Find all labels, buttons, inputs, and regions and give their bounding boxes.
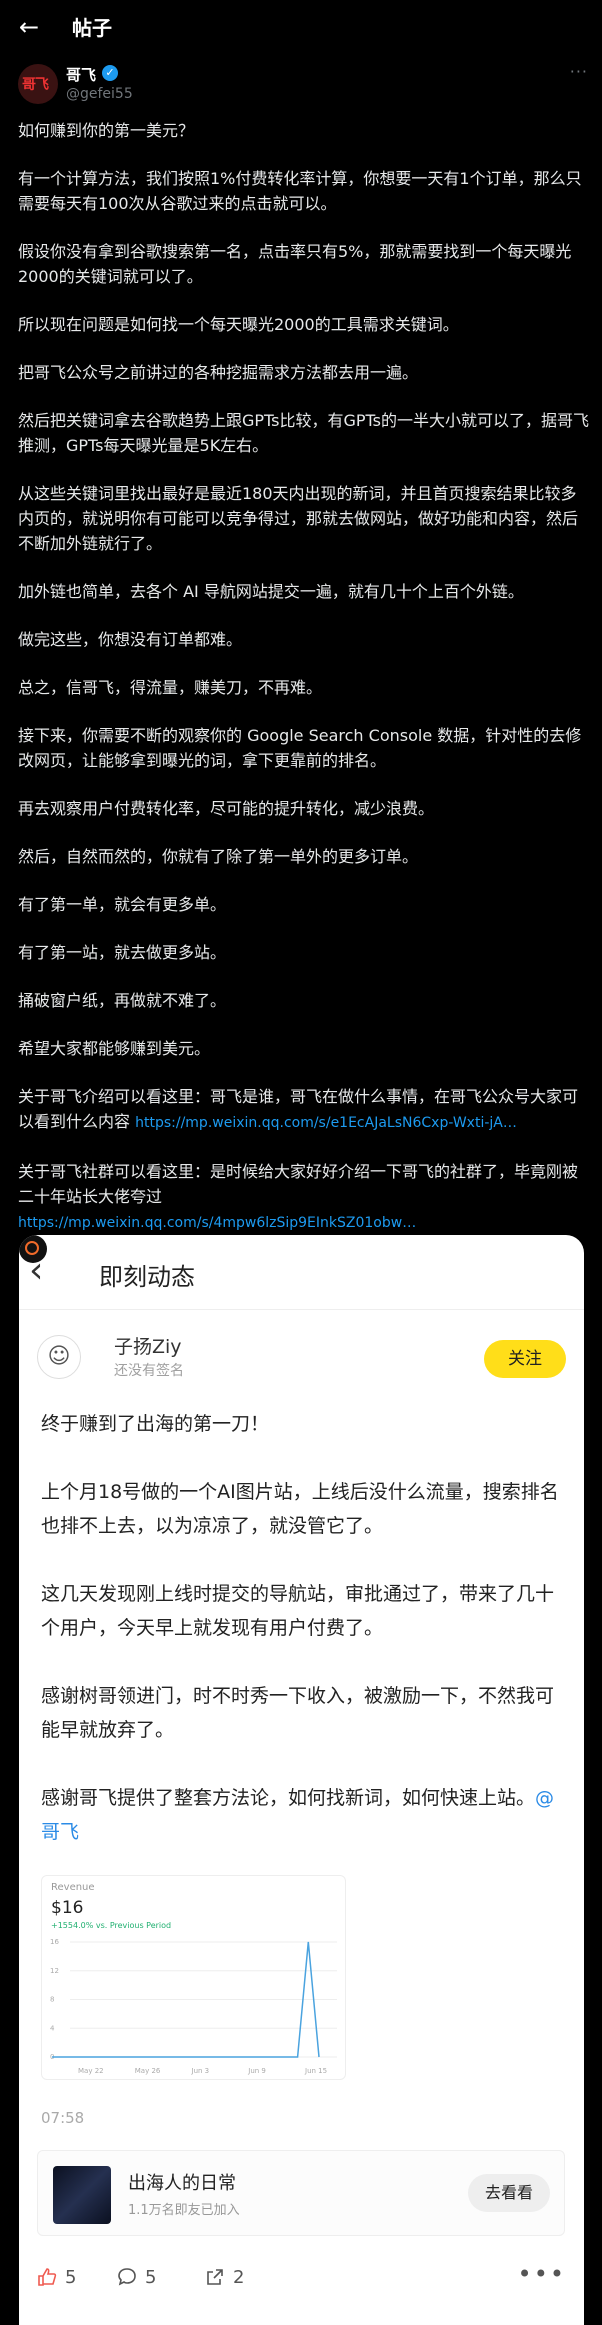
revenue-value: $16 (51, 1898, 84, 1918)
post-paragraph: 做完这些，你想没有订单都难。 (18, 630, 243, 649)
x-tick-label: Jun 9 (247, 2067, 266, 2075)
comment-count: 5 (145, 2266, 157, 2288)
y-tick-label: 8 (50, 1996, 54, 2004)
community-link[interactable]: https://mp.weixin.qq.com/s/4mpw6lzSip9EI… (18, 1215, 416, 1231)
post-paragraph: 把哥飞公众号之前讲过的各种挖掘需求方法都去用一遍。 (18, 363, 419, 382)
x-tick-label: Jun 3 (191, 2067, 210, 2075)
y-tick-label: 16 (50, 1938, 59, 1946)
chart-title: Revenue (51, 1882, 95, 1893)
thumbs-up-icon (38, 2268, 57, 2286)
avatar[interactable]: 哥飞 (18, 64, 58, 104)
card-user-row: ☺ 子扬Ziy 还没有签名 关注 (19, 1330, 584, 1400)
visit-button[interactable]: 去看看 (468, 2174, 550, 2212)
card-user-signature: 还没有签名 (114, 1363, 184, 1379)
circle-members: 1.1万名即友已加入 (128, 2203, 240, 2218)
post-time: 07:58 (41, 2109, 85, 2127)
post-paragraph: 有一个计算方法，我们按照1%付费转化率计算，你想要一天有1个订单，那么只需要每天… (18, 169, 582, 213)
verified-check-icon: ✓ (102, 65, 118, 81)
y-tick-label: 12 (50, 1967, 59, 1975)
card-paragraph: 感谢树哥领进门，时不时秀一下收入，被激励一下，不然我可能早就放弃了。 (41, 1685, 555, 1741)
post-body: 如何赚到你的第一美元？ 有一个计算方法，我们按照1%付费转化率计算，你想要一天有… (18, 118, 590, 1259)
community-paragraph: 关于哥飞社群可以看这里：是时候给大家好好介绍一下哥飞的社群了，毕竟刚被二十年站长… (18, 1159, 590, 1236)
card-actions: 5 5 2 ••• (19, 2257, 584, 2302)
post-paragraph: 再去观察用户付费转化率，尽可能的提升转化，减少浪费。 (18, 799, 435, 818)
card-last-paragraph: 感谢哥飞提供了整套方法论，如何找新词，如何快速上站。@哥飞 (41, 1781, 561, 1849)
post-paragraph: 有了第一站，就去做更多站。 (18, 943, 227, 962)
post-paragraph: 然后把关键词拿去谷歌趋势上跟GPTs比较，有GPTs的一半大小就可以了，据哥飞推… (18, 411, 590, 455)
post-paragraph: 有了第一单，就会有更多单。 (18, 895, 227, 914)
card-paragraph: 这几天发现刚上线时提交的导航站，审批通过了，带来了几十个用户，今天早上就发现有用… (41, 1583, 555, 1639)
card-user-name[interactable]: 子扬Ziy (114, 1332, 182, 1359)
intro-paragraph: 关于哥飞介绍可以看这里：哥飞是谁，哥飞在做什么事情，在哥飞公众号大家可以看到什么… (18, 1084, 590, 1136)
embedded-screenshot-card[interactable]: ‹ 即刻动态 ☺ 子扬Ziy 还没有签名 关注 终于赚到了出海的第一刀！ 上个月… (19, 1235, 584, 2325)
more-horizontal-icon[interactable]: ••• (518, 2260, 566, 2288)
post-paragraph: 加外链也简单，去各个 AI 导航网站提交一遍，就有几十个上百个外链。 (18, 582, 524, 601)
x-tick-label: May 22 (78, 2067, 104, 2075)
card-header: ‹ 即刻动态 (19, 1235, 584, 1310)
circle-image (53, 2166, 111, 2224)
card-paragraph: 终于赚到了出海的第一刀！ (41, 1413, 270, 1435)
post-paragraph: 所以现在问题是如何找一个每天曝光2000的工具需求关键词。 (18, 315, 459, 334)
post-paragraph: 总之，信哥飞，得流量，赚美刀，不再难。 (18, 678, 323, 697)
card-last-text: 感谢哥飞提供了整套方法论，如何找新词，如何快速上站。 (41, 1787, 536, 1809)
avatar-text: 哥飞 (22, 77, 49, 93)
post-paragraph: 希望大家都能够赚到美元。 (18, 1039, 211, 1058)
post-paragraph: 如何赚到你的第一美元？ (18, 121, 195, 140)
circle-card[interactable]: 出海人的日常 1.1万名即友已加入 去看看 (37, 2150, 565, 2236)
post-paragraph: 然后，自然而然的，你就有了除了第一单外的更多订单。 (18, 847, 419, 866)
circle-name: 出海人的日常 (128, 2173, 236, 2194)
post-paragraph: 从这些关键词里找出最好是最近180天内出现的新词，并且首页搜索结果比较多内页的，… (18, 484, 579, 553)
comment-action[interactable]: 5 (117, 2257, 156, 2297)
y-tick-label: 4 (50, 2024, 55, 2032)
card-body: 终于赚到了出海的第一刀！ 上个月18号做的一个AI图片站，上线后没什么流量，搜索… (41, 1407, 561, 1883)
more-horizontal-icon[interactable]: ··· (570, 62, 588, 81)
x-axis: May 22 May 26 Jun 3 Jun 9 Jun 15 (78, 2067, 327, 2075)
like-count: 5 (65, 2266, 77, 2288)
page-title: 帖子 (72, 16, 112, 40)
card-title: 即刻动态 (99, 1263, 195, 1291)
share-count: 2 (233, 2266, 245, 2288)
chevron-left-icon[interactable]: ‹ (29, 1253, 43, 1289)
author-row: 哥飞 哥飞 ✓ @gefei55 ··· (18, 62, 588, 106)
y-axis: 1612840 (50, 1938, 337, 2061)
revenue-change: +1554.0% vs. Previous Period (51, 1921, 172, 1930)
share-action[interactable]: 2 (205, 2257, 244, 2297)
intro-link[interactable]: https://mp.weixin.qq.com/s/e1EcAJaLsN6Cx… (135, 1115, 517, 1131)
follow-button[interactable]: 关注 (484, 1340, 566, 1378)
smile-avatar-icon[interactable]: ☺ (37, 1335, 81, 1379)
post-paragraph: 接下来，你需要不断的观察你的 Google Search Console 数据，… (18, 726, 582, 770)
x-tick-label: May 26 (135, 2067, 161, 2075)
post-paragraph: 捅破窗户纸，再做就不难了。 (18, 991, 227, 1010)
revenue-chart: 1612840 May 22 May 26 Jun 3 Jun 9 Jun 15 (50, 1938, 337, 2075)
comment-icon (118, 2268, 136, 2286)
card-paragraph: 上个月18号做的一个AI图片站，上线后没什么流量，搜索排名也排不上去，以为凉凉了… (41, 1481, 559, 1537)
x-tick-label: Jun 15 (304, 2067, 327, 2075)
share-icon (207, 2269, 223, 2285)
like-action[interactable]: 5 (37, 2257, 76, 2297)
author-name[interactable]: 哥飞 (66, 64, 96, 85)
arrow-left-icon[interactable]: ← (14, 12, 44, 42)
revenue-chart-image[interactable]: Revenue $16 +1554.0% vs. Previous Period… (41, 1875, 346, 2080)
top-bar: ← 帖子 (0, 0, 602, 55)
community-text: 关于哥飞社群可以看这里：是时候给大家好好介绍一下哥飞的社群了，毕竟刚被二十年站长… (18, 1162, 579, 1206)
post-paragraph: 假设你没有拿到谷歌搜索第一名，点击率只有5%，那就需要找到一个每天曝光2000的… (18, 242, 572, 286)
author-handle: @gefei55 (66, 86, 133, 102)
